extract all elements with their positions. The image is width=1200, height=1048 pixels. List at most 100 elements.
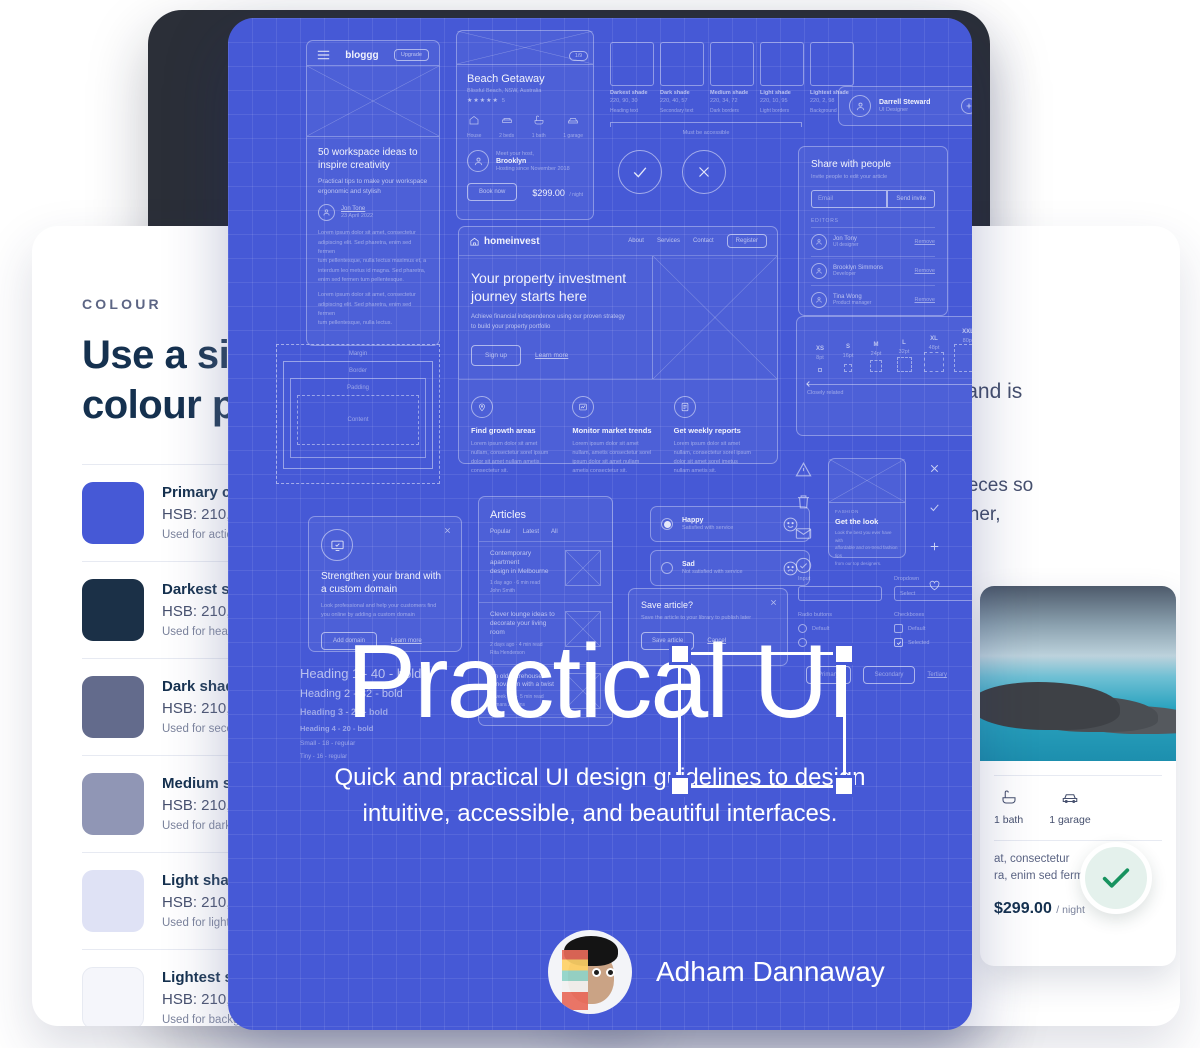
share-subtitle: Invite people to edit your article (811, 174, 888, 180)
shade-usage: Dark borders (710, 108, 739, 114)
homeinvest-headline: Your property investment journey starts … (471, 270, 627, 305)
upgrade-button[interactable]: Upgrade (393, 49, 429, 61)
feature-item: Get weekly reports Lorem ipsum dolor sit… (673, 395, 765, 476)
swatch-chip (82, 482, 144, 544)
radio-selected[interactable] (661, 518, 673, 530)
step-label: L (902, 340, 906, 346)
articles-title: Articles (490, 509, 527, 521)
tab-popular[interactable]: Popular (490, 529, 511, 535)
check-icon[interactable] (928, 501, 941, 514)
blog-author[interactable]: Jon Tone (341, 206, 373, 212)
learn-more-link[interactable]: Learn more (535, 352, 568, 359)
avatar (811, 292, 827, 308)
selection-box[interactable] (669, 643, 855, 797)
feedback-option-happy[interactable]: Happy Satisfied with service (650, 506, 810, 542)
card-body: Look the best you ever have with afforda… (835, 530, 898, 566)
editor-row: Tina Wong Product manager Remove (811, 285, 935, 314)
step-value: 16pt (842, 353, 854, 359)
beach-spec-house: House (467, 113, 481, 139)
spacing-step: XS 8pt (807, 346, 833, 372)
remove-editor-link[interactable]: Remove (915, 239, 935, 245)
resize-handle-bottom-left[interactable] (669, 775, 691, 797)
close-icon[interactable] (443, 526, 452, 535)
feature-body: Lorem ipsum dolor sit amet nullam, ameti… (572, 440, 652, 474)
blog-card[interactable]: bloggg Upgrade 50 workspace ideas to ins… (306, 40, 440, 346)
blog-title: 50 workspace ideas to inspire creativity (318, 147, 418, 172)
feedback-group: Happy Satisfied with service Sad Not sat… (650, 506, 810, 586)
author-block: Adham Dannaway (548, 930, 885, 1014)
share-title: Share with people (811, 159, 892, 170)
remove-editor-link[interactable]: Remove (915, 297, 935, 303)
resize-handle-bottom-right[interactable] (833, 775, 855, 797)
box-model-label: Padding (346, 385, 370, 391)
nav-services[interactable]: Services (657, 238, 680, 244)
hero-block: Practical UI Quick and practical UI desig… (228, 630, 972, 832)
blog-brand: bloggg (345, 49, 379, 61)
person-icon (816, 239, 822, 245)
user-chip[interactable]: Darrell Steward UI Designer (838, 86, 972, 126)
radio-unselected[interactable] (661, 562, 673, 574)
hamburger-icon[interactable] (317, 50, 330, 60)
chart-icon-wrap (572, 395, 595, 418)
spec-label: 1 bath (994, 814, 1024, 826)
close-icon[interactable] (928, 462, 941, 475)
scale-left-caption: Closely related (807, 390, 844, 396)
user-name: Darrell Steward (879, 99, 931, 106)
option-label: Happy (682, 517, 704, 524)
step-value: 32pt (898, 349, 910, 355)
nav-about[interactable]: About (628, 238, 644, 244)
beach-spec-beds: 2 beds (499, 113, 514, 139)
nav-contact[interactable]: Contact (693, 238, 714, 244)
text-input[interactable] (798, 586, 882, 601)
add-user-button[interactable] (961, 98, 972, 114)
property-card[interactable]: 1 bath 1 garage at, consectetur ra, enim… (980, 586, 1176, 966)
dialog-title: Save article? (641, 600, 694, 610)
reject-button[interactable] (682, 150, 726, 194)
swatch-chip (82, 773, 144, 835)
step-value: 24pt (870, 351, 882, 357)
resize-handle-top-left[interactable] (669, 643, 691, 665)
warning-icon[interactable] (794, 460, 813, 479)
homeinvest-logo: homeinvest (484, 235, 540, 247)
plus-icon (966, 103, 972, 109)
homeinvest-page: homeinvest About Services Contact Regist… (458, 226, 778, 474)
tab-all[interactable]: All (551, 529, 558, 535)
beach-price: $299.00 (532, 188, 565, 198)
radio-label: Radio buttons (798, 612, 832, 618)
spec-label: 1 bath (531, 133, 546, 139)
house-icon (469, 116, 479, 125)
shade-name: Dark shade (660, 90, 690, 96)
dropdown-select[interactable]: Select (894, 586, 972, 601)
book-now-button[interactable]: Book now (467, 183, 518, 201)
beach-getaway-card[interactable]: 1/9 Beach Getaway Blissful Beach, NSW, A… (456, 30, 594, 220)
shade-name: Medium shade (710, 90, 749, 96)
feedback-option-sad[interactable]: Sad Not satisfied with service (650, 550, 810, 586)
eye (606, 968, 615, 977)
get-the-look-card[interactable]: FASHION Get the look Look the best you e… (828, 458, 906, 566)
option-sub: Satisfied with service (682, 525, 734, 531)
close-icon[interactable] (769, 598, 778, 607)
spec-label: 2 beds (499, 133, 515, 139)
approve-button[interactable] (618, 150, 662, 194)
editor-role: Developer (833, 271, 856, 277)
email-input[interactable]: Email (811, 190, 888, 208)
check-icon (633, 167, 647, 178)
shade-usage: Secondary text (660, 108, 694, 114)
article-meta: 1 day ago · 6 min read (490, 580, 541, 587)
shade-usage: Heading text (610, 108, 639, 114)
shade-item: Darkest shade 220, 90, 30 Heading text (610, 42, 654, 114)
plus-icon[interactable] (928, 540, 941, 553)
resize-handle-top-right[interactable] (833, 643, 855, 665)
tab-latest[interactable]: Latest (523, 529, 539, 535)
article-row[interactable]: Contemporary apartment design in Melbour… (479, 541, 612, 602)
shade-item: Dark shade 220, 40, 57 Secondary text (660, 42, 704, 114)
remove-editor-link[interactable]: Remove (915, 268, 935, 274)
feature-item: Find growth areas Lorem ipsum dolor sit … (471, 395, 562, 476)
send-invite-button[interactable]: Send invite (887, 190, 935, 208)
register-button[interactable]: Register (726, 234, 767, 248)
bath-icon (534, 115, 544, 125)
spacing-scale-panel: XS 8pt S 16pt M 24pt L 32pt XL 48pt XXL … (796, 316, 972, 436)
input-label: Input (798, 576, 811, 582)
feature-item: Monitor market trends Lorem ipsum dolor … (572, 395, 663, 476)
signup-button[interactable]: Sign up (471, 344, 522, 366)
